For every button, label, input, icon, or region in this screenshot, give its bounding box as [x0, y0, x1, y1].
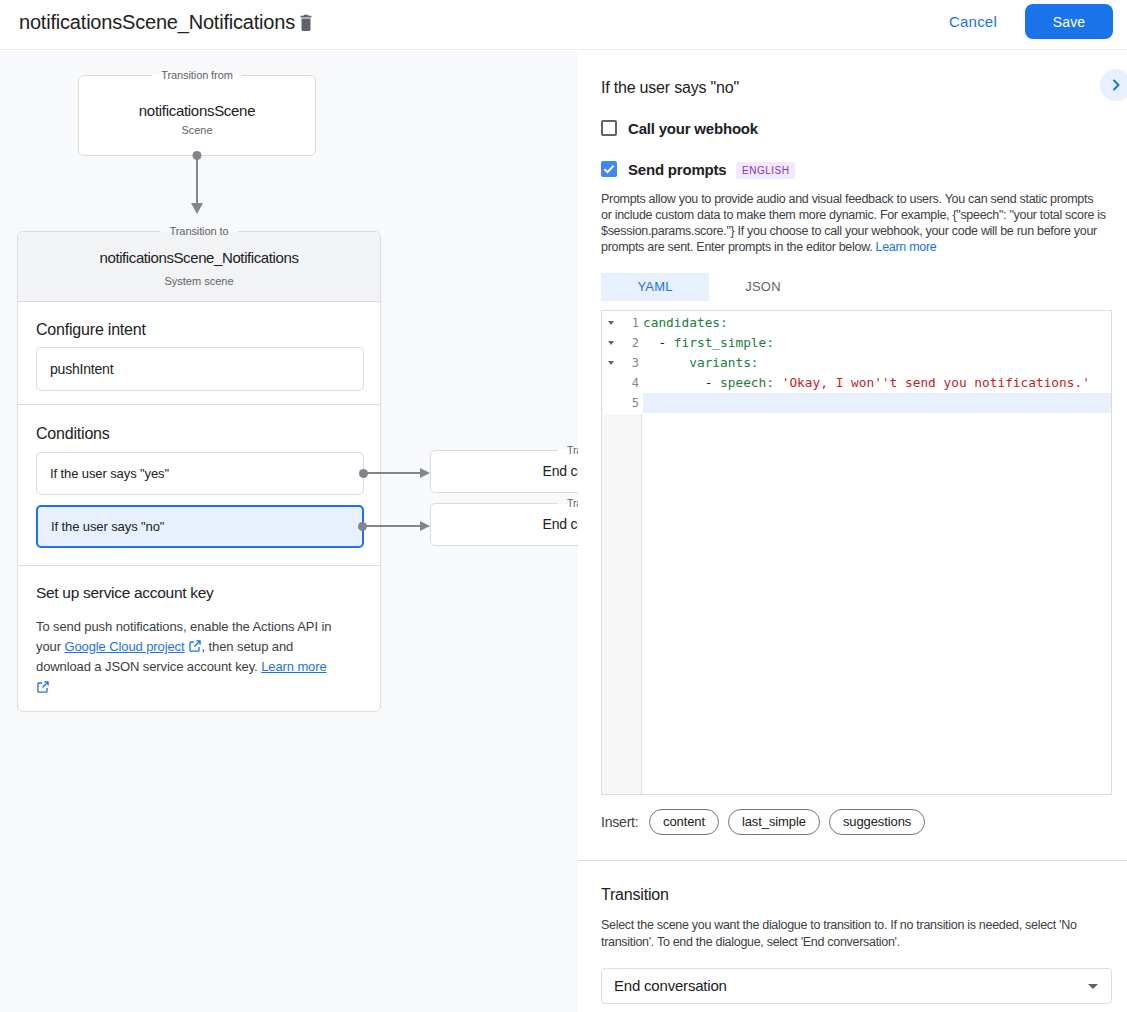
end-node-label: End conversation	[543, 463, 579, 479]
chevron-right-icon	[1108, 77, 1124, 93]
code-line: candidates:	[643, 313, 1111, 333]
transition-select[interactable]: End conversation	[601, 968, 1112, 1004]
call-webhook-checkbox[interactable]	[601, 120, 617, 136]
connector-line	[196, 158, 198, 204]
editor-line[interactable]: 2 - first_simple:	[602, 333, 1111, 353]
scene-card: Transition to notificationsScene_Notific…	[17, 231, 381, 712]
save-button[interactable]: Save	[1025, 4, 1113, 39]
end-conversation-node[interactable]: Transition to End conversation	[430, 503, 578, 546]
transition-to-legend: Transition to	[558, 444, 578, 457]
insert-suggestions-button[interactable]: suggestions	[829, 809, 925, 835]
prompt-code-editor[interactable]: 1candidates:2 - first_simple:3 variants:…	[601, 310, 1112, 795]
delete-scene-button[interactable]	[297, 12, 315, 32]
condition-text: If the user says "yes"	[50, 466, 169, 481]
condition-arrow-line	[366, 472, 421, 474]
condition-arrowhead	[420, 521, 430, 531]
editor-line[interactable]: 1candidates:	[602, 313, 1111, 333]
collapse-panel-button[interactable]	[1100, 69, 1127, 101]
transition-description: Select the scene you want the dialogue t…	[601, 917, 1125, 951]
call-webhook-label: Call your webhook	[628, 120, 758, 137]
panel-title: If the user says "no"	[601, 79, 739, 97]
google-cloud-project-link[interactable]: Google Cloud project	[64, 639, 184, 654]
page-title: notificationsScene_Notifications	[19, 11, 295, 34]
service-account-text: To send push notifications, enable the A…	[36, 617, 366, 694]
line-number: 2	[602, 333, 639, 353]
code-line	[643, 393, 1111, 413]
line-number: 3	[602, 353, 639, 373]
scene-card-header[interactable]: Transition to notificationsScene_Notific…	[18, 232, 380, 302]
header: notificationsScene_Notifications Cancel …	[0, 0, 1127, 50]
scene-card-type: System scene	[18, 275, 380, 287]
condition-text: If the user says "no"	[51, 519, 164, 534]
service-account-title: Set up service account key	[36, 566, 362, 602]
cancel-button[interactable]: Cancel	[944, 13, 1002, 30]
insert-label: Insert:	[601, 814, 639, 830]
insert-last-simple-button[interactable]: last_simple	[728, 809, 820, 835]
conditions-section: Conditions If the user says "yes" If the…	[18, 405, 380, 566]
send-prompts-checkbox[interactable]	[601, 161, 617, 177]
dropdown-caret-icon	[1088, 984, 1098, 989]
end-node-label: End conversation	[543, 516, 579, 532]
from-node-name: notificationsScene	[79, 103, 315, 119]
scene-card-name: notificationsScene_Notifications	[18, 250, 380, 266]
tab-json[interactable]: JSON	[709, 273, 817, 301]
intent-input[interactable]: pushIntent	[36, 347, 364, 391]
language-badge: ENGLISH	[736, 162, 795, 179]
transition-value: End conversation	[614, 977, 727, 994]
configure-intent-label: Configure intent	[36, 302, 362, 339]
editor-line[interactable]: 3 variants:	[602, 353, 1111, 373]
code-line: - speech: 'Okay, I won''t send you notif…	[643, 373, 1111, 393]
code-line: variants:	[643, 353, 1111, 373]
external-link-icon	[36, 680, 50, 694]
condition-item-no[interactable]: If the user says "no"	[36, 505, 364, 548]
learn-more-link[interactable]: Learn more	[876, 240, 937, 254]
transition-from-legend: Transition from	[152, 69, 241, 82]
condition-arrow-line	[366, 525, 421, 527]
section-divider	[578, 860, 1127, 861]
send-prompts-label: Send prompts	[628, 161, 726, 178]
code-line: - first_simple:	[643, 333, 1111, 353]
transition-title: Transition	[601, 886, 669, 904]
learn-more-link[interactable]: Learn more	[261, 659, 326, 674]
trash-icon	[297, 12, 315, 32]
condition-item-yes[interactable]: If the user says "yes"	[36, 452, 364, 495]
editor-tabs: YAML JSON	[601, 273, 817, 301]
transition-to-legend: Transition to	[161, 225, 238, 238]
service-account-section: Set up service account key To send push …	[18, 566, 380, 712]
line-number: 1	[602, 313, 639, 333]
external-link-icon	[188, 639, 202, 653]
conditions-label: Conditions	[36, 405, 362, 443]
checkmark-icon	[601, 161, 617, 177]
from-node-type: Scene	[79, 124, 315, 136]
line-number: 4	[602, 373, 639, 393]
line-number: 5	[602, 393, 639, 413]
configure-intent-section: Configure intent pushIntent	[18, 302, 380, 405]
condition-detail-panel: If the user says "no" Call your webhook …	[578, 51, 1127, 1012]
editor-line[interactable]: 4 - speech: 'Okay, I won''t send you not…	[602, 373, 1111, 393]
prompts-description: Prompts allow you to provide audio and v…	[601, 191, 1125, 255]
tab-yaml[interactable]: YAML	[601, 273, 709, 301]
transition-to-legend: Transition to	[558, 497, 578, 510]
insert-content-button[interactable]: content	[649, 809, 719, 835]
end-conversation-node[interactable]: Transition to End conversation	[430, 450, 578, 493]
scene-diagram: Transition from notificationsScene Scene…	[0, 51, 578, 1012]
editor-line[interactable]: 5	[602, 393, 1111, 413]
transition-from-node[interactable]: Transition from notificationsScene Scene	[78, 75, 316, 156]
condition-arrowhead	[420, 468, 430, 478]
connector-arrowhead	[191, 203, 203, 214]
